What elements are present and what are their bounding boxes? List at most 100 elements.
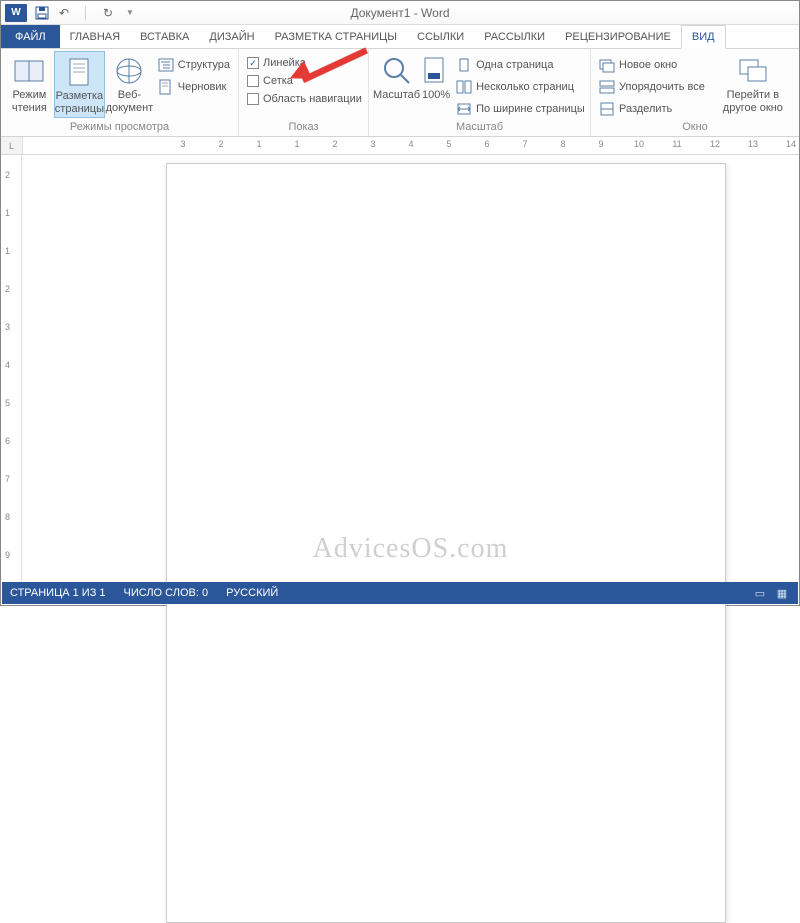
new-window-icon <box>599 57 615 73</box>
tab-design[interactable]: ДИЗАЙН <box>199 25 264 48</box>
ruler-tick: 5 <box>5 398 10 408</box>
group-window: Новое окно Упорядочить все Разделить <box>591 49 799 136</box>
split-button[interactable]: Разделить <box>595 99 709 119</box>
new-window-label: Новое окно <box>619 59 677 71</box>
outline-button[interactable]: Структура <box>154 55 234 75</box>
ruler-tick: 1 <box>5 208 10 218</box>
page-width-label: По ширине страницы <box>476 103 585 115</box>
one-page-label: Одна страница <box>476 59 553 71</box>
one-page-icon <box>456 57 472 73</box>
status-language[interactable]: РУССКИЙ <box>226 587 278 599</box>
undo-icon[interactable]: ↶ <box>57 6 71 20</box>
print-layout-view-icon[interactable]: ▭ <box>752 586 768 600</box>
vertical-ruler[interactable]: 21123456789 <box>1 155 22 585</box>
ruler-tick: 9 <box>5 550 10 560</box>
status-page[interactable]: СТРАНИЦА 1 ИЗ 1 <box>10 587 106 599</box>
tab-review[interactable]: РЕЦЕНЗИРОВАНИЕ <box>555 25 681 48</box>
zoom-icon <box>381 55 413 87</box>
new-window-button[interactable]: Новое окно <box>595 55 709 75</box>
tab-insert[interactable]: ВСТАВКА <box>130 25 199 48</box>
web-layout-label1: Веб- <box>105 89 154 102</box>
draft-label: Черновик <box>178 81 227 93</box>
quick-access-toolbar: ↶ │ ↻ ▼ <box>35 6 137 20</box>
print-layout-label2: страницы <box>55 103 104 116</box>
ruler-tick: 7 <box>522 139 527 149</box>
tab-references[interactable]: ССЫЛКИ <box>407 25 474 48</box>
zoom-100-button[interactable]: 100% <box>420 51 452 104</box>
one-page-button[interactable]: Одна страница <box>452 55 589 75</box>
ruler-tick: 4 <box>408 139 413 149</box>
arrange-all-button[interactable]: Упорядочить все <box>595 77 709 97</box>
ruler-tick: 8 <box>5 512 10 522</box>
switch-windows-label2: другое окно <box>722 102 784 115</box>
ruler-tick: 7 <box>5 474 10 484</box>
print-layout-button[interactable]: Разметка страницы <box>54 51 105 118</box>
ruler-tick: 10 <box>634 139 644 149</box>
page[interactable] <box>166 163 726 923</box>
ruler-tick: 5 <box>446 139 451 149</box>
ruler-tick: 1 <box>5 246 10 256</box>
status-words[interactable]: ЧИСЛО СЛОВ: 0 <box>124 587 209 599</box>
qat-separator: │ <box>79 6 93 20</box>
ruler-tick: 1 <box>256 139 261 149</box>
checkbox-icon <box>247 93 259 105</box>
read-mode-icon <box>13 55 45 87</box>
tab-view[interactable]: ВИД <box>681 25 726 49</box>
ruler-tick: 8 <box>560 139 565 149</box>
tab-file[interactable]: ФАЙЛ <box>1 25 60 48</box>
read-mode-label2: чтения <box>5 102 54 115</box>
ruler-tick: 6 <box>5 436 10 446</box>
horizontal-ruler[interactable]: 321123456789101112131415 <box>22 137 799 154</box>
redo-icon[interactable]: ↻ <box>101 6 115 20</box>
document-area: 21123456789 AdvicesOS.com <box>1 155 799 585</box>
ruler-tick: 1 <box>294 139 299 149</box>
zoom-100-icon <box>420 55 452 87</box>
page-width-icon <box>456 101 472 117</box>
group-zoom: Масштаб 100% Одна страница Несколько <box>369 49 591 136</box>
horizontal-ruler-row: L 321123456789101112131415 <box>1 137 799 155</box>
ruler-tick: 2 <box>5 170 10 180</box>
split-icon <box>599 101 615 117</box>
ruler-tick: 4 <box>5 360 10 370</box>
ribbon: Режим чтения Разметка страницы Веб- доку… <box>1 49 799 137</box>
status-bar: СТРАНИЦА 1 ИЗ 1 ЧИСЛО СЛОВ: 0 РУССКИЙ ▭ … <box>2 582 798 604</box>
ruler-tick: 2 <box>5 284 10 294</box>
draft-icon <box>158 79 174 95</box>
zoom-button[interactable]: Масштаб <box>373 51 420 104</box>
ruler-tick: 3 <box>180 139 185 149</box>
multi-page-icon <box>456 79 472 95</box>
switch-windows-label1: Перейти в <box>722 89 784 102</box>
arrange-all-icon <box>599 79 615 95</box>
read-mode-view-icon[interactable]: ▦ <box>774 586 790 600</box>
ruler-tick: 9 <box>598 139 603 149</box>
page-width-button[interactable]: По ширине страницы <box>452 99 589 119</box>
outline-label: Структура <box>178 59 230 71</box>
switch-windows-icon <box>737 55 769 87</box>
qat-customize-icon[interactable]: ▼ <box>123 6 137 20</box>
tab-layout[interactable]: РАЗМЕТКА СТРАНИЦЫ <box>265 25 407 48</box>
ruler-tick: 3 <box>370 139 375 149</box>
web-layout-button[interactable]: Веб- документ <box>105 51 154 116</box>
nav-pane-checkbox[interactable]: Область навигации <box>243 91 366 107</box>
save-icon[interactable] <box>35 6 49 20</box>
checkbox-icon <box>247 75 259 87</box>
ruler-tick: 12 <box>710 139 720 149</box>
nav-pane-label: Область навигации <box>263 93 362 105</box>
group-views-label: Режимы просмотра <box>5 119 234 136</box>
group-show-label: Показ <box>243 119 364 136</box>
switch-windows-button[interactable]: Перейти в другое окно <box>722 51 784 116</box>
multi-page-label: Несколько страниц <box>476 81 574 93</box>
tab-home[interactable]: ГЛАВНАЯ <box>60 25 130 48</box>
tab-mailings[interactable]: РАССЫЛКИ <box>474 25 555 48</box>
ruler-tick: 11 <box>672 139 681 149</box>
split-label: Разделить <box>619 103 672 115</box>
document-canvas[interactable]: AdvicesOS.com <box>22 155 799 585</box>
ruler-tick: 2 <box>218 139 223 149</box>
ruler-tick: 2 <box>332 139 337 149</box>
zoom-label: Масштаб <box>373 89 420 102</box>
group-zoom-label: Масштаб <box>373 119 586 136</box>
draft-button[interactable]: Черновик <box>154 77 234 97</box>
multi-page-button[interactable]: Несколько страниц <box>452 77 589 97</box>
outline-icon <box>158 57 174 73</box>
read-mode-button[interactable]: Режим чтения <box>5 51 54 116</box>
